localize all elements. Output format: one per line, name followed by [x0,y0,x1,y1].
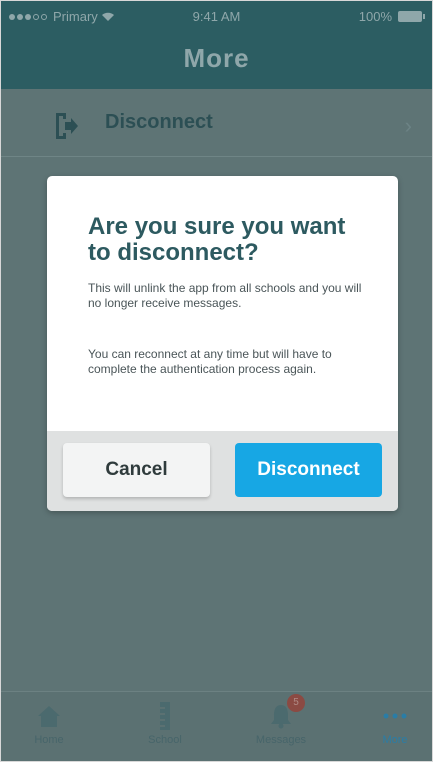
tab-label: School [148,734,182,746]
list-item-label: Disconnect [105,111,213,133]
dialog-message-secondary: You can reconnect at any time but will h… [88,347,332,376]
battery-percent: 100% [358,9,392,24]
tab-bar: Home School 5 Messages More [1,691,432,761]
disconnect-dialog: Are you sure you want to disconnect? Thi… [47,176,398,511]
tab-messages[interactable]: 5 Messages [241,694,321,746]
dialog-actions: Cancel Disconnect [47,431,398,511]
more-dots-icon [383,713,407,719]
status-bar: Primary 9:41 AM 100% [1,9,432,29]
page-title: More [183,43,250,73]
disconnect-button[interactable]: Disconnect [235,443,382,497]
list-item-disconnect[interactable]: Disconnect › [1,91,432,157]
tab-label: More [382,734,408,746]
tab-more[interactable]: More [355,700,432,746]
ruler-icon [160,702,170,730]
sign-out-icon [56,113,78,139]
battery-icon [398,11,425,22]
home-icon [38,706,60,727]
tab-home[interactable]: Home [9,700,89,746]
dialog-title: Are you sure you want to disconnect? [88,213,346,266]
tab-school[interactable]: School [125,700,205,746]
top-bar: Primary 9:41 AM 100% More [1,1,432,89]
messages-badge: 5 [287,694,305,712]
tab-label: Messages [255,734,307,746]
app-screen: Primary 9:41 AM 100% More Disconnect › H… [0,0,433,762]
dialog-message: This will unlink the app from all school… [88,281,362,310]
chevron-right-icon: › [404,113,412,138]
cancel-button[interactable]: Cancel [63,443,210,497]
tab-label: Home [34,734,64,746]
battery-indicator: 100% [358,9,425,24]
